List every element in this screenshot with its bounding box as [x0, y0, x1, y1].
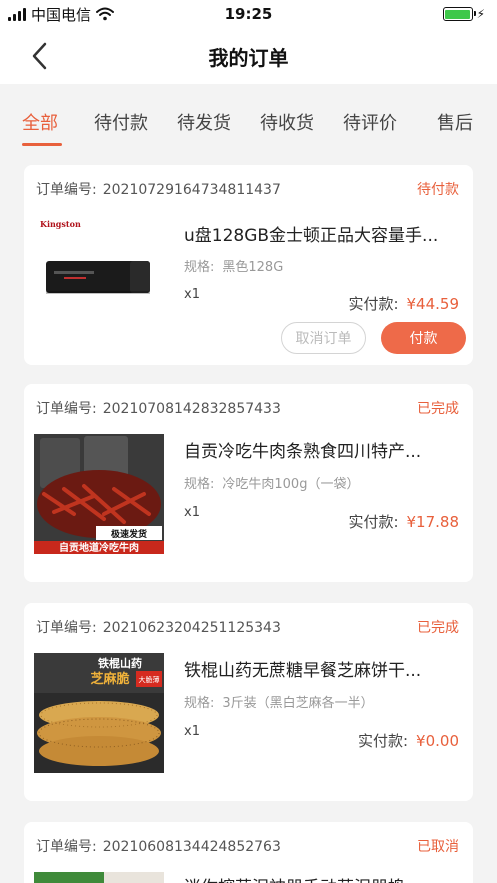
status-left: 中国电信 — [8, 4, 115, 25]
battery-icon — [442, 7, 476, 21]
order-status: 待付款 — [417, 182, 459, 198]
spec-label: 规格: — [184, 696, 215, 711]
paid-amount: ¥0.00 — [416, 732, 459, 750]
order-number-label: 订单编号: — [36, 620, 97, 636]
order-number: 订单编号: 20210623204251125343 — [36, 617, 281, 637]
status-right: ⚡ — [442, 7, 485, 21]
product-quantity: x1 — [184, 505, 200, 520]
paid-amount: ¥17.88 — [406, 513, 460, 531]
active-tab-indicator — [22, 143, 62, 146]
pay-button[interactable]: 付款 — [381, 322, 466, 354]
order-card[interactable]: 订单编号: 20210708142832857433 已完成 极速发货 自贡地道冷… — [24, 384, 473, 582]
spec-label: 规格: — [184, 477, 215, 492]
order-card[interactable]: 订单编号: 20210729164734811437 待付款 Kingston u… — [24, 165, 473, 365]
image-caption-sub-text: 芝麻脆 — [90, 671, 129, 687]
order-number: 订单编号: 20210708142832857433 — [36, 398, 281, 418]
order-number-label: 订单编号: — [36, 839, 97, 855]
paid-label: 实付款: — [348, 295, 399, 313]
paid-amount: ¥44.59 — [406, 295, 460, 313]
garlic-press-image — [34, 872, 164, 883]
order-card[interactable]: 订单编号: 20210623204251125343 已完成 铁棍山药 芝麻脆 大… — [24, 603, 473, 801]
product-title[interactable]: 铁棍山药无蔗糖早餐芝麻饼干... — [184, 656, 462, 681]
product-title[interactable]: u盘128GB金士顿正品大容量手... — [184, 221, 462, 246]
sesame-crackers-image: 铁棍山药 芝麻脆 大脆薄 — [34, 653, 164, 773]
tab-pending-payment[interactable]: 待付款 — [94, 109, 148, 135]
product-quantity: x1 — [184, 287, 200, 302]
page-title: 我的订单 — [208, 45, 289, 70]
brand-text: Kingston — [40, 219, 81, 229]
status-bar: 中国电信 19:25 ⚡ — [0, 0, 497, 28]
image-caption-top-text: 铁棍山药 — [98, 656, 142, 670]
order-status: 已完成 — [417, 620, 459, 636]
spec-label: 规格: — [184, 260, 215, 275]
product-image[interactable]: Kingston — [34, 213, 164, 333]
order-number-value: 20210708142832857433 — [102, 401, 281, 417]
image-caption-text: 自贡地道冷吃牛肉 — [59, 541, 139, 554]
order-number-value: 20210623204251125343 — [102, 620, 281, 636]
spec-value: 3斤装（黑白芝麻各一半） — [222, 696, 374, 711]
tab-pending-review[interactable]: 待评价 — [343, 109, 397, 135]
product-image[interactable]: 铁棍山药 芝麻脆 大脆薄 — [34, 653, 164, 773]
product-spec: 规格: 冷吃牛肉100g（一袋） — [184, 473, 359, 492]
order-number: 订单编号: 20210729164734811437 — [36, 179, 281, 199]
order-number-label: 订单编号: — [36, 182, 97, 198]
order-number: 订单编号: 20210608134424852763 — [36, 836, 281, 856]
image-badge-text: 极速发货 — [111, 528, 147, 540]
tab-pending-shipment[interactable]: 待发货 — [177, 109, 231, 135]
tab-all[interactable]: 全部 — [22, 109, 58, 135]
usb-drive-image: Kingston — [34, 213, 164, 333]
order-number-value: 20210608134424852763 — [102, 839, 281, 855]
tab-pending-receipt[interactable]: 待收货 — [260, 109, 314, 135]
order-tabs: 全部 待付款 待发货 待收货 待评价 售后 — [0, 95, 497, 151]
wifi-icon — [96, 7, 115, 21]
paid-amount-row: 实付款: ¥0.00 — [358, 730, 459, 751]
order-status: 已完成 — [417, 401, 459, 417]
product-image[interactable]: 极速发货 自贡地道冷吃牛肉 — [34, 434, 164, 554]
paid-amount-row: 实付款: ¥44.59 — [348, 293, 459, 314]
cancel-order-button[interactable]: 取消订单 — [281, 322, 366, 354]
order-status: 已取消 — [417, 839, 459, 855]
product-spec: 规格: 黑色128G — [184, 256, 283, 275]
chevron-left-icon — [32, 42, 47, 70]
back-button[interactable] — [26, 42, 52, 70]
beef-jerky-image: 极速发货 自贡地道冷吃牛肉 — [34, 434, 164, 554]
tab-after-sales[interactable]: 售后 — [437, 109, 473, 135]
product-title[interactable]: 迷你榨蒜泥神器手动蒜泥器捣 — [184, 873, 462, 883]
product-title[interactable]: 自贡冷吃牛肉条熟食四川特产... — [184, 437, 462, 462]
nav-bar: 我的订单 — [0, 28, 497, 84]
paid-label: 实付款: — [348, 513, 399, 531]
order-number-value: 20210729164734811437 — [102, 182, 281, 198]
spec-value: 黑色128G — [222, 260, 284, 275]
signal-icon — [8, 7, 26, 21]
charging-icon: ⚡ — [476, 7, 485, 21]
product-spec: 规格: 3斤装（黑白芝麻各一半） — [184, 692, 374, 711]
paid-label: 实付款: — [357, 732, 409, 750]
product-image[interactable] — [34, 870, 164, 883]
spec-value: 冷吃牛肉100g（一袋） — [222, 477, 360, 492]
image-badge-text: 大脆薄 — [139, 675, 160, 684]
product-quantity: x1 — [184, 724, 200, 739]
carrier-label: 中国电信 — [31, 5, 92, 24]
order-card[interactable]: 订单编号: 20210608134424852763 已取消 迷你榨蒜泥神器手动蒜… — [24, 822, 473, 883]
order-number-label: 订单编号: — [36, 401, 97, 417]
paid-amount-row: 实付款: ¥17.88 — [348, 511, 459, 532]
